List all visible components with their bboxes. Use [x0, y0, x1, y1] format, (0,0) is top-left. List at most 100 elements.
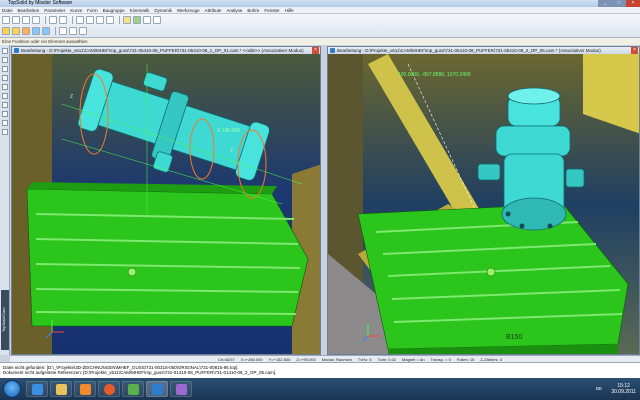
status-transparency[interactable]: Transp. = 0: [431, 357, 451, 362]
fit-icon[interactable]: [106, 16, 114, 24]
point-tool-icon[interactable]: [2, 57, 8, 63]
open-file-icon[interactable]: [12, 16, 20, 24]
toolbar-separator: [45, 16, 46, 24]
line-tool-icon[interactable]: [2, 66, 8, 72]
viewport-left-close-button[interactable]: ×: [312, 47, 319, 54]
text-tool-icon[interactable]: [2, 120, 8, 126]
machining-icon[interactable]: [32, 27, 40, 35]
pan-icon[interactable]: [86, 16, 94, 24]
viewport-left[interactable]: Bearbeitung - D:\Projekte_v611\CAM\MHEF\…: [11, 46, 321, 355]
color-icon[interactable]: [133, 16, 141, 24]
coordinate-readout: X 136.000: [217, 128, 240, 134]
menu-parameter[interactable]: Parameter: [44, 8, 65, 13]
assembly-icon[interactable]: [22, 27, 30, 35]
firefox-icon: [104, 384, 115, 395]
viewport-left-title: Bearbeitung - D:\Projekte_v611\CAM\MHEF\…: [21, 48, 304, 53]
taskbar-app-internet-explorer[interactable]: [26, 381, 48, 397]
menu-fenster[interactable]: Fenster: [264, 8, 279, 13]
viewport-left-title-bar: Bearbeitung - D:\Projekte_v611\CAM\MHEF\…: [12, 47, 320, 54]
viewport-right[interactable]: Bearbeitung - D:\Projekte_v611\CAM\MHEF\…: [327, 46, 640, 355]
status-tolerance[interactable]: Tolm: 0.02: [378, 357, 396, 362]
redo-icon[interactable]: [59, 16, 67, 24]
taskbar-app-media-player[interactable]: [74, 381, 96, 397]
menu-bearbeiten[interactable]: Bearbeiten: [18, 8, 40, 13]
close-button[interactable]: ×: [626, 0, 640, 7]
plane-tool-icon[interactable]: [2, 111, 8, 117]
menu-kurve[interactable]: Kurve: [70, 8, 82, 13]
menu-baugruppe[interactable]: Baugruppe: [103, 8, 125, 13]
toolbar-separator: [119, 16, 120, 24]
prompt-line: Eine Funktion oder ein Element auswählen: [0, 38, 640, 45]
circle-tool-icon[interactable]: [2, 75, 8, 81]
menu-datei[interactable]: Datei: [2, 8, 13, 13]
menu-form[interactable]: Form: [87, 8, 98, 13]
dimension-tool-icon[interactable]: [2, 129, 8, 135]
menu-attribute[interactable]: Attribute: [205, 8, 222, 13]
line-style-icon[interactable]: [143, 16, 151, 24]
status-magnet[interactable]: Magnet = An: [402, 357, 425, 362]
axis-label-z-2: Z: [230, 148, 233, 154]
status-counter[interactable]: Z-Zählers: 3: [480, 357, 502, 362]
frame-tool-icon[interactable]: [2, 93, 8, 99]
zoom-icon[interactable]: [76, 16, 84, 24]
clock[interactable]: 15:12 30.09.2011: [611, 383, 636, 395]
topsolid-cam-tab[interactable]: TopSolid'Cam: [1, 290, 9, 350]
table-label: B150: [506, 334, 522, 341]
rotate-icon[interactable]: [96, 16, 104, 24]
shape-icon[interactable]: [12, 27, 20, 35]
window-title-bar: TopSolid by Missler Software _ □ ×: [0, 0, 640, 7]
layer-icon[interactable]: [123, 16, 131, 24]
status-mode[interactable]: Modus: Raumich: [322, 357, 352, 362]
menu-bohre[interactable]: Bohre: [247, 8, 259, 13]
tool-icon[interactable]: [42, 27, 50, 35]
toolbar-separator: [72, 16, 73, 24]
select-tool-icon[interactable]: [2, 48, 8, 54]
toolbar-separator: [55, 27, 56, 35]
curve-icon[interactable]: [2, 27, 10, 35]
language-indicator[interactable]: DE: [596, 386, 602, 391]
menu-kinematik[interactable]: Kinematik: [130, 8, 150, 13]
start-button[interactable]: [3, 380, 21, 398]
save-icon[interactable]: [22, 16, 30, 24]
analysis-icon[interactable]: [69, 27, 77, 35]
viewport-right-scene[interactable]: B150 100.0000, -867.8886, 1070.2400: [328, 54, 640, 355]
toolbar-row-2: [2, 26, 89, 36]
new-file-icon[interactable]: [2, 16, 10, 24]
origin-marker: [127, 267, 137, 277]
taskbar-app-topsolid[interactable]: [146, 381, 168, 397]
taskbar-app-tool[interactable]: [122, 381, 144, 397]
toolbar-row-1: [2, 15, 163, 25]
undo-icon[interactable]: [49, 16, 57, 24]
viewport-left-scene[interactable]: X 136.000 Z Z: [12, 54, 321, 355]
measure-icon[interactable]: [59, 27, 67, 35]
taskbar-app-explorer[interactable]: [50, 381, 72, 397]
document-icon: [14, 48, 19, 53]
shading-icon[interactable]: [153, 16, 161, 24]
menu-werkzeuge[interactable]: Werkzeuge: [177, 8, 200, 13]
viewport-right-title: Bearbeitung - D:\Projekte_v611\CAM\MHEF\…: [337, 48, 601, 53]
axis-tool-icon[interactable]: [2, 102, 8, 108]
menu-analyse[interactable]: Analyse: [226, 8, 242, 13]
maximize-button[interactable]: □: [612, 0, 626, 7]
folder-icon: [56, 384, 67, 395]
taskbar-app-firefox[interactable]: [98, 381, 120, 397]
viewport-right-close-button[interactable]: ×: [631, 47, 638, 54]
task-icon: [176, 384, 187, 395]
viewport-right-title-bar: Bearbeitung - D:\Projekte_v611\CAM\MHEF\…: [328, 47, 639, 54]
axis-label-z: Z: [70, 94, 73, 100]
message-panel: Datei nicht gefunden: [D:\_\Projekte\3D-…: [0, 362, 640, 378]
menu-hilfe[interactable]: Hilfe: [285, 8, 294, 13]
clock-date: 30.09.2011: [611, 389, 636, 395]
status-layers[interactable]: Folien: 15: [457, 357, 475, 362]
topsolid-icon: [152, 384, 163, 395]
print-icon[interactable]: [32, 16, 40, 24]
window-title: TopSolid by Missler Software: [8, 0, 73, 6]
taskbar-app-task[interactable]: [170, 381, 192, 397]
machine-table: [26, 188, 309, 327]
simulate-icon[interactable]: [79, 27, 87, 35]
status-tvhc[interactable]: TvHc: 6: [358, 357, 372, 362]
minimize-button[interactable]: _: [598, 0, 612, 7]
tool-icon: [128, 384, 139, 395]
menu-dynamik[interactable]: Dynamik: [154, 8, 172, 13]
arc-tool-icon[interactable]: [2, 84, 8, 90]
